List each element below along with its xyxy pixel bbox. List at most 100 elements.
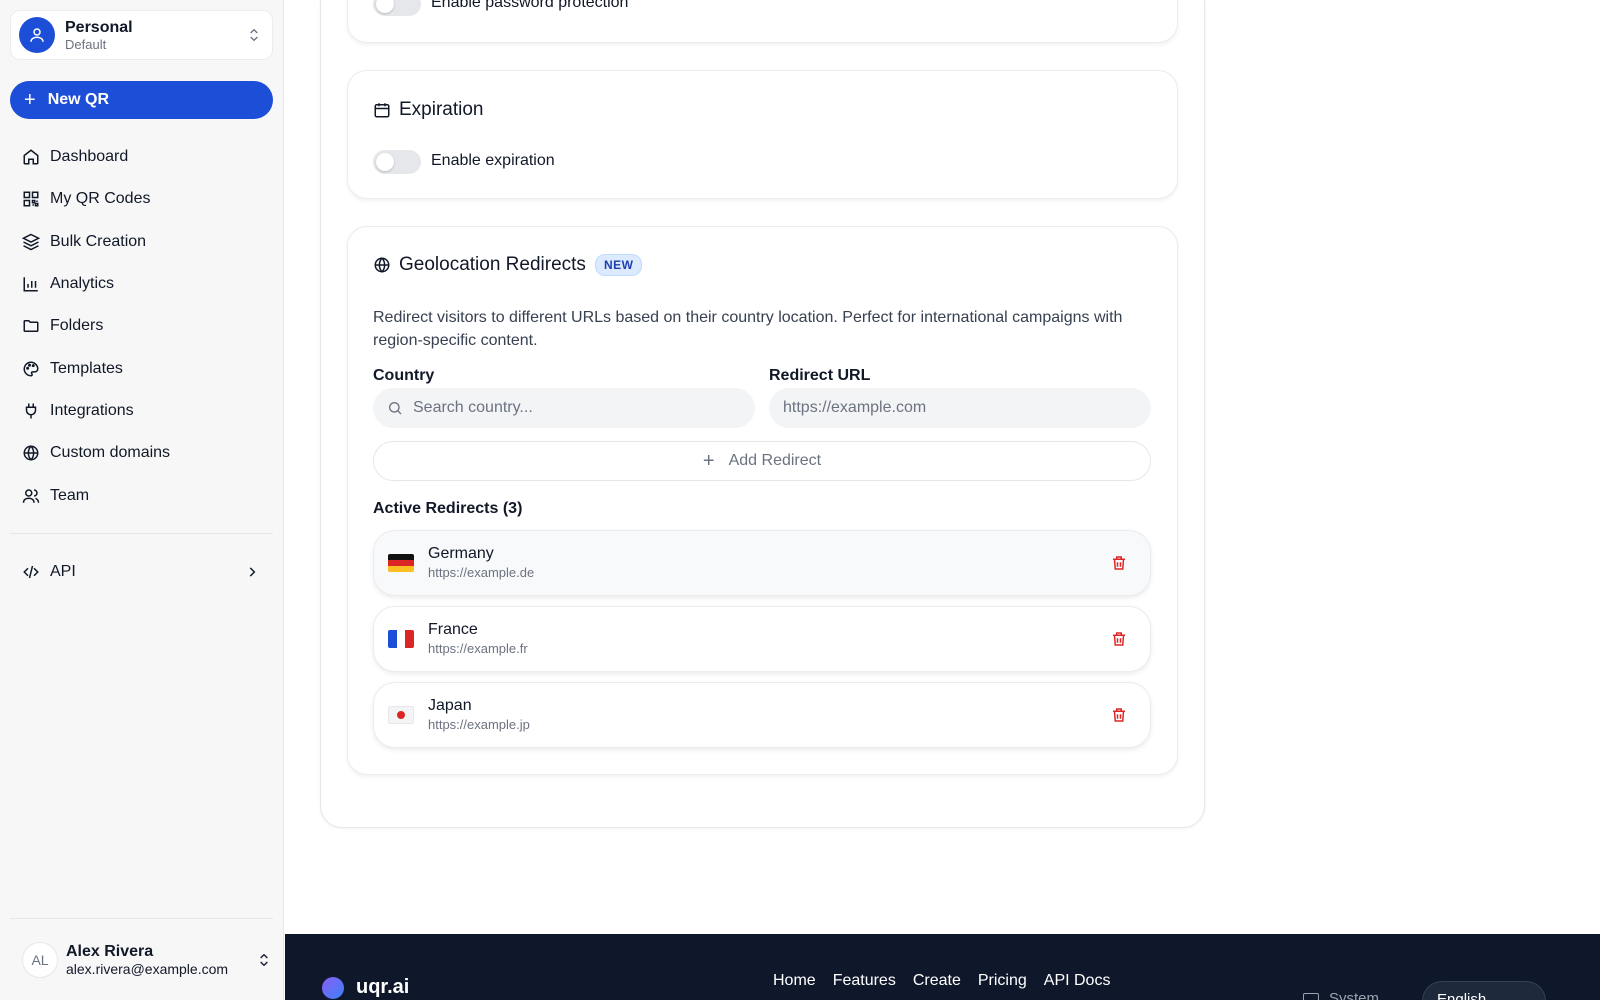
password-toggle-label: Enable password protection bbox=[431, 0, 629, 11]
calendar-icon bbox=[374, 103, 390, 118]
globe-icon bbox=[23, 445, 39, 462]
country-search-placeholder: Search country... bbox=[413, 399, 533, 416]
country-search-input[interactable]: Search country... bbox=[373, 388, 755, 428]
expiration-header: Expiration bbox=[373, 99, 484, 121]
redirect-item: Germany https://example.de bbox=[373, 530, 1151, 596]
footer-nav: Home Features Create Pricing API Docs bbox=[773, 972, 1127, 990]
footer-link-api-docs[interactable]: API Docs bbox=[1044, 972, 1111, 990]
plus-icon: + bbox=[702, 449, 715, 472]
bar-chart-icon bbox=[23, 277, 38, 292]
sidebar-nav: Dashboard My QR Codes Bulk Creation Anal… bbox=[10, 136, 273, 517]
expiration-toggle-label: Enable expiration bbox=[431, 152, 555, 169]
user-icon bbox=[19, 17, 55, 53]
new-badge: NEW bbox=[594, 254, 643, 276]
user-menu[interactable]: AL Alex Rivera alex.rivera@example.com bbox=[22, 940, 272, 980]
logo-icon bbox=[322, 977, 344, 999]
sidebar-item-team[interactable]: Team bbox=[10, 474, 273, 516]
footer-brand[interactable]: uqr.ai bbox=[356, 976, 409, 999]
sidebar-item-custom-domains[interactable]: Custom domains bbox=[10, 432, 273, 474]
sidebar-item-my-qr-codes[interactable]: My QR Codes bbox=[10, 178, 273, 220]
sidebar-item-label: Folders bbox=[50, 317, 104, 335]
sidebar-item-label: Templates bbox=[50, 359, 123, 377]
redirect-url: https://example.de bbox=[428, 565, 535, 580]
footer-link-features[interactable]: Features bbox=[833, 972, 896, 990]
active-redirects-title: Active Redirects (3) bbox=[373, 500, 523, 517]
sidebar-item-label: Dashboard bbox=[50, 148, 129, 166]
monitor-icon bbox=[1303, 992, 1319, 1000]
theme-selector[interactable]: System bbox=[1303, 990, 1379, 1000]
sidebar: Personal Default + New QR Dashboard My Q… bbox=[0, 0, 284, 1000]
chevron-up-down-icon bbox=[250, 28, 258, 42]
footer-link-create[interactable]: Create bbox=[913, 972, 961, 990]
geolocation-description: Redirect visitors to different URLs base… bbox=[373, 309, 1123, 349]
add-redirect-button[interactable]: + Add Redirect bbox=[373, 441, 1151, 481]
folder-icon bbox=[23, 320, 39, 333]
redirect-country: Japan bbox=[428, 697, 472, 714]
sidebar-item-integrations[interactable]: Integrations bbox=[10, 390, 273, 432]
theme-label: System bbox=[1329, 990, 1380, 1000]
france-flag-icon bbox=[388, 630, 414, 648]
sidebar-item-analytics[interactable]: Analytics bbox=[10, 263, 273, 305]
footer-link-pricing[interactable]: Pricing bbox=[978, 972, 1027, 990]
redirect-url: https://example.fr bbox=[428, 641, 528, 656]
new-qr-label: New QR bbox=[47, 91, 110, 108]
sidebar-item-dashboard[interactable]: Dashboard bbox=[10, 136, 273, 178]
expiration-toggle[interactable] bbox=[373, 150, 421, 174]
avatar: AL bbox=[22, 942, 58, 978]
sidebar-item-bulk-creation[interactable]: Bulk Creation bbox=[10, 221, 273, 263]
redirect-country: Germany bbox=[428, 545, 494, 562]
country-label: Country bbox=[373, 367, 435, 384]
sidebar-item-label: Integrations bbox=[50, 401, 134, 419]
redirect-url-input[interactable]: https://example.com bbox=[769, 388, 1151, 428]
chevron-up-down-icon bbox=[260, 953, 268, 967]
add-redirect-label: Add Redirect bbox=[728, 452, 822, 469]
sidebar-item-label: Bulk Creation bbox=[50, 232, 147, 250]
germany-flag-icon bbox=[388, 554, 414, 572]
home-icon bbox=[23, 149, 39, 165]
redirect-item: Japan https://example.jp bbox=[373, 682, 1151, 748]
redirect-url: https://example.jp bbox=[428, 717, 530, 732]
users-icon bbox=[22, 488, 40, 503]
divider bbox=[10, 918, 273, 919]
layers-icon bbox=[22, 233, 40, 251]
footer-link-home[interactable]: Home bbox=[773, 972, 816, 990]
sidebar-item-label: API bbox=[50, 563, 76, 580]
trash-icon[interactable] bbox=[1110, 706, 1128, 724]
trash-icon[interactable] bbox=[1110, 554, 1128, 572]
trash-icon[interactable] bbox=[1110, 630, 1128, 648]
redirect-country: France bbox=[428, 621, 478, 638]
geolocation-header: Geolocation Redirects NEW bbox=[373, 254, 643, 276]
search-icon bbox=[389, 402, 402, 415]
plug-icon bbox=[25, 403, 37, 419]
chevron-right-icon bbox=[249, 567, 256, 577]
globe-icon bbox=[374, 257, 390, 273]
section-title: Geolocation Redirects bbox=[399, 254, 586, 275]
user-email: alex.rivera@example.com bbox=[66, 961, 229, 977]
divider bbox=[10, 533, 273, 534]
sidebar-item-label: Custom domains bbox=[50, 444, 171, 462]
password-toggle[interactable] bbox=[373, 0, 421, 16]
expiration-card bbox=[347, 70, 1178, 199]
section-title: Expiration bbox=[399, 99, 484, 120]
workspace-subtitle: Default bbox=[65, 36, 107, 52]
code-icon bbox=[23, 565, 39, 579]
workspace-switcher[interactable]: Personal Default bbox=[10, 10, 273, 60]
sidebar-item-templates[interactable]: Templates bbox=[10, 347, 273, 389]
new-qr-button[interactable]: + New QR bbox=[10, 81, 273, 119]
qr-icon bbox=[23, 191, 39, 207]
sidebar-item-folders[interactable]: Folders bbox=[10, 305, 273, 347]
sidebar-item-api[interactable]: API bbox=[10, 551, 273, 593]
user-name: Alex Rivera bbox=[66, 943, 154, 960]
workspace-name: Personal bbox=[65, 18, 133, 36]
language-selector[interactable]: English bbox=[1422, 981, 1546, 1000]
japan-flag-icon bbox=[388, 706, 414, 724]
redirect-url-placeholder: https://example.com bbox=[783, 399, 927, 416]
sidebar-item-label: My QR Codes bbox=[50, 190, 151, 208]
sidebar-item-label: Team bbox=[50, 486, 90, 504]
plus-icon: + bbox=[24, 89, 36, 111]
palette-icon bbox=[23, 361, 39, 377]
footer: uqr.ai Home Features Create Pricing API … bbox=[285, 934, 1600, 1000]
sidebar-item-label: Analytics bbox=[50, 275, 115, 293]
redirect-url-label: Redirect URL bbox=[769, 367, 871, 384]
redirect-item: France https://example.fr bbox=[373, 606, 1151, 672]
